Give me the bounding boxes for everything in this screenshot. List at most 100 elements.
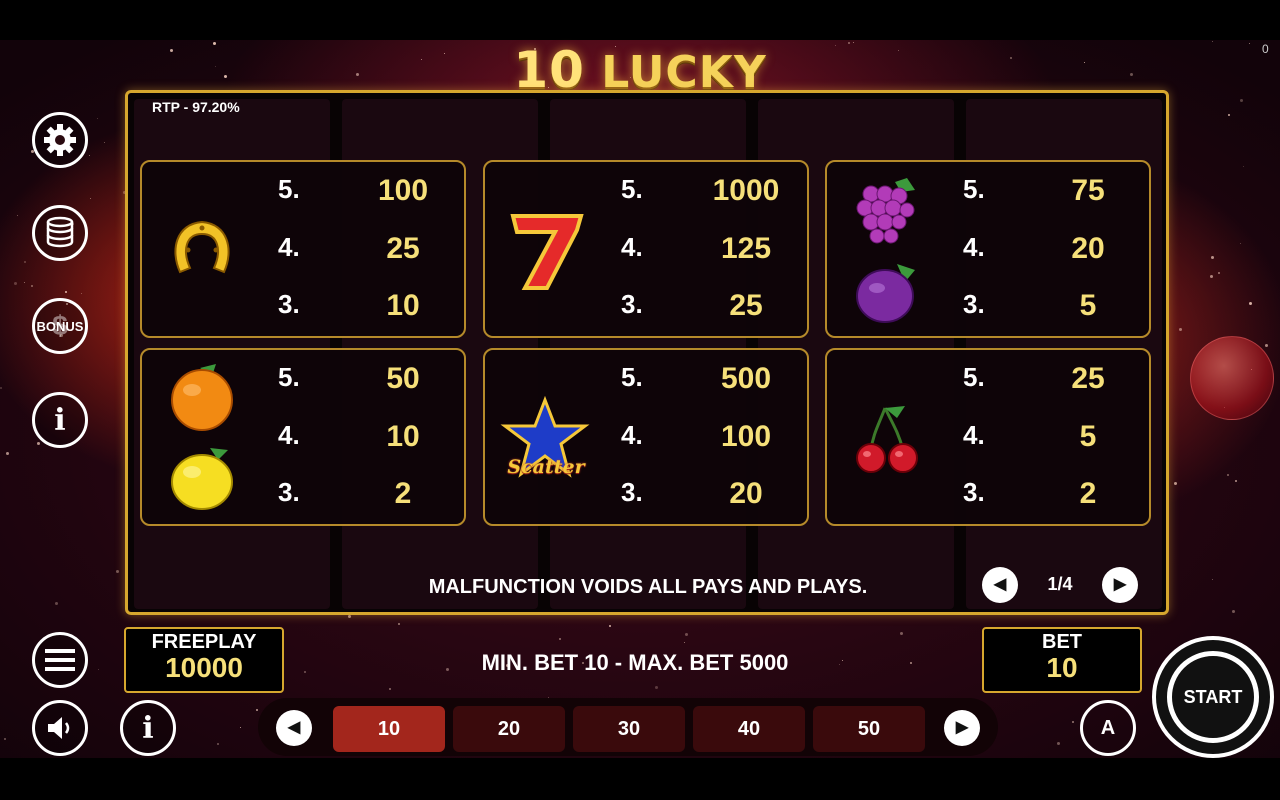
sparkle-dot	[1235, 480, 1237, 482]
sparkle-dot	[97, 118, 98, 119]
sparkle-dot	[898, 50, 899, 51]
sparkle-dot	[213, 42, 216, 45]
payout-value: 125	[720, 232, 772, 265]
sparkle-dot	[55, 602, 58, 605]
bet-next-button[interactable]: ▶	[944, 710, 980, 746]
paytable-entry-horseshoe: 5. 100 4. 25 3. 10	[140, 160, 466, 338]
bet-option-10[interactable]: 10	[333, 706, 445, 752]
sparkle-dot	[65, 291, 67, 293]
corner-counter: 0	[1262, 42, 1269, 56]
coins-button[interactable]	[32, 205, 88, 261]
paytable-entry-scatter: Scatter 5. 500 4. 100 3. 20	[483, 348, 809, 526]
sparkle-dot	[1130, 73, 1133, 76]
info-icon: i	[54, 402, 66, 438]
red-bubble-decoration	[1190, 336, 1274, 420]
sparkle-dot	[1084, 62, 1085, 63]
match-count: 5.	[963, 174, 985, 204]
payout-value: 2	[1079, 477, 1097, 510]
start-spin-button[interactable]: START	[1152, 636, 1274, 758]
bet-option-30[interactable]: 30	[573, 706, 685, 752]
spin-arrows-ring: START	[1167, 651, 1259, 743]
sparkle-dot	[1179, 328, 1182, 331]
bet-option-20[interactable]: 20	[453, 706, 565, 752]
paytable-entry-orange-lemon: 5. 50 4. 10 3. 2	[140, 348, 466, 526]
match-count: 3.	[963, 477, 985, 507]
sound-button[interactable]	[32, 700, 88, 756]
sparkle-dot	[685, 633, 688, 636]
payout-value: 10	[386, 289, 420, 322]
sparkle-dot	[1243, 166, 1244, 167]
sparkle-dot	[853, 42, 854, 43]
info-icon: i	[142, 710, 154, 746]
match-count: 4.	[963, 232, 985, 262]
pay-row: 5. 50	[278, 362, 458, 402]
sparkle-dot	[304, 671, 306, 673]
pay-row: 4. 10	[278, 420, 458, 460]
bet-box: BET 10	[982, 627, 1142, 693]
sparkle-dot	[910, 662, 912, 664]
payout-value: 1000	[712, 174, 780, 207]
pay-row: 3. 25	[621, 289, 801, 329]
sparkle-dot	[1249, 43, 1250, 44]
sparkle-dot	[684, 642, 685, 643]
scatter-label: Scatter	[507, 456, 585, 478]
coins-stack-icon	[46, 216, 74, 248]
paytable-next-button[interactable]: ▶	[1102, 567, 1138, 603]
sparkle-dot	[1211, 256, 1214, 259]
pay-row: 3. 20	[621, 477, 801, 517]
bet-option-50[interactable]: 50	[813, 706, 925, 752]
pay-row: 3. 5	[963, 289, 1143, 329]
pay-row: 5. 500	[621, 362, 801, 402]
sparkle-dot	[1212, 579, 1213, 580]
autoplay-button[interactable]: A	[1080, 700, 1136, 756]
sparkle-dot	[170, 49, 173, 52]
sparkle-dot	[1218, 272, 1220, 274]
pay-row: 4. 125	[621, 232, 801, 272]
pay-row: 5. 100	[278, 174, 458, 214]
match-count: 4.	[278, 420, 300, 450]
game-info-button[interactable]: i	[120, 700, 176, 756]
menu-button[interactable]	[32, 632, 88, 688]
bet-option-40[interactable]: 40	[693, 706, 805, 752]
payout-value: 50	[386, 362, 420, 395]
bonus-label: BONUS	[36, 318, 84, 334]
match-count: 3.	[278, 289, 300, 319]
sparkle-dot	[356, 73, 359, 76]
sparkle-dot	[1240, 243, 1241, 244]
bonus-button[interactable]: $ BONUS	[32, 298, 88, 354]
paytable-prev-button[interactable]: ◀	[982, 567, 1018, 603]
sparkle-dot	[90, 198, 91, 199]
bet-limits-text: MIN. BET 10 - MAX. BET 5000	[481, 650, 789, 675]
paytable-entry-cherries: 5. 25 4. 5 3. 2	[825, 348, 1151, 526]
sparkle-dot	[31, 285, 33, 287]
sparkle-dot	[116, 570, 119, 573]
match-count: 3.	[621, 289, 643, 319]
sparkle-dot	[104, 142, 105, 143]
sparkle-dot	[1010, 57, 1012, 59]
sparkle-dot	[1228, 114, 1230, 116]
bet-prev-button[interactable]: ◀	[276, 710, 312, 746]
bet-value: 10	[1046, 652, 1078, 683]
info-button[interactable]: i	[32, 392, 88, 448]
sparkle-dot	[24, 261, 26, 263]
settings-button[interactable]	[32, 112, 88, 168]
sparkle-dot	[17, 215, 18, 216]
match-count: 5.	[621, 174, 643, 204]
payout-value: 5	[1079, 289, 1097, 322]
arrow-left-icon: ◀	[287, 719, 301, 736]
sparkle-dot	[900, 632, 903, 635]
autoplay-icon: A	[1100, 716, 1116, 739]
sparkle-dot	[224, 75, 227, 78]
grapes-icon	[856, 178, 915, 244]
hamburger-icon	[45, 649, 75, 671]
gear-icon	[44, 124, 76, 156]
sparkle-dot	[1227, 474, 1229, 476]
cherries-icon	[856, 406, 918, 473]
sparkle-dot	[559, 638, 561, 640]
payout-value: 10	[386, 420, 420, 453]
match-count: 4.	[963, 420, 985, 450]
arrow-right-icon: ▶	[955, 719, 969, 736]
plum-icon	[856, 264, 915, 323]
sparkle-dot	[37, 442, 40, 445]
payout-value: 25	[386, 232, 420, 265]
